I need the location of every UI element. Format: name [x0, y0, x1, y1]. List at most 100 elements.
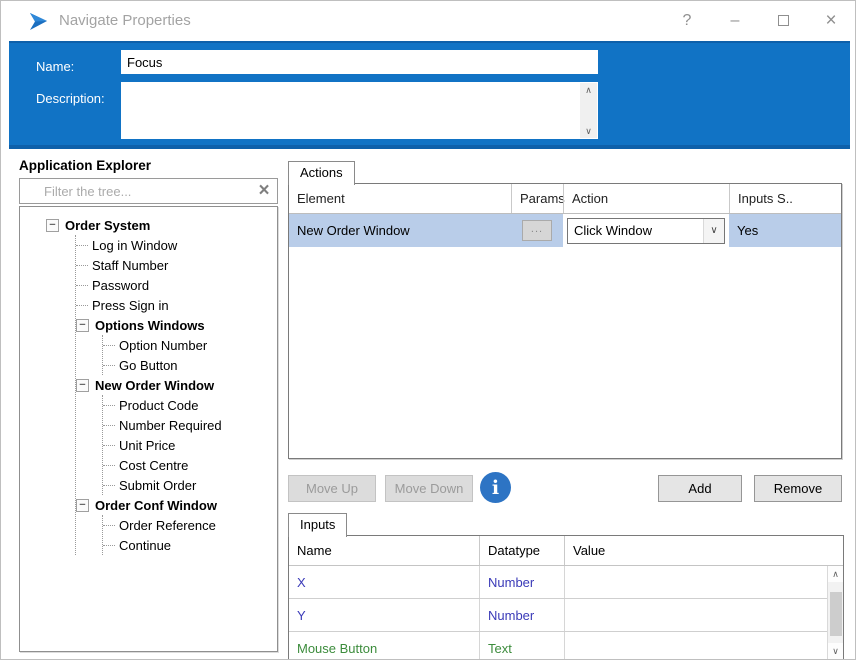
remove-button[interactable]: Remove	[754, 475, 842, 502]
input-value-cell[interactable]	[564, 566, 843, 598]
help-icon[interactable]: ?	[663, 12, 711, 30]
navigate-stage-icon	[30, 12, 47, 30]
input-datatype-cell: Text	[479, 632, 564, 659]
action-row[interactable]: New Order Window ... Click Window ∨ Yes	[289, 214, 841, 247]
navigate-properties-dialog: Navigate Properties ? – × Name: Descript…	[0, 0, 856, 660]
tree-children-options-windows: Option Number Go Button	[102, 335, 277, 375]
tree-item-label: Go Button	[119, 357, 178, 373]
description-label: Description:	[36, 91, 105, 106]
tree-item-label: Order Conf Window	[95, 497, 217, 513]
input-row-mouse-button[interactable]: Mouse Button Text	[289, 632, 843, 659]
description-field-wrap: ∧ ∨	[121, 82, 598, 139]
tree-item-label: Continue	[119, 537, 172, 553]
tree-item-continue[interactable]: Continue	[103, 535, 277, 555]
scrollbar-thumb[interactable]	[830, 592, 842, 636]
params-ellipsis-button[interactable]: ...	[522, 220, 552, 241]
tree-item-order-conf-window[interactable]: − Order Conf Window	[76, 495, 277, 515]
input-name-cell: X	[297, 574, 306, 590]
close-icon[interactable]: ×	[807, 10, 855, 32]
window-controls: ? – ×	[663, 1, 855, 40]
column-header-action[interactable]: Action	[563, 184, 729, 213]
tree-item-label: Staff Number	[92, 257, 169, 273]
input-name-cell: Mouse Button	[297, 640, 378, 656]
column-header-value[interactable]: Value	[564, 536, 843, 565]
tree-item-order-system[interactable]: − Order System	[46, 215, 277, 235]
tree-item-options-windows[interactable]: − Options Windows	[76, 315, 277, 335]
column-header-inputs-set[interactable]: Inputs S..	[729, 184, 841, 213]
tree-item-submit-order[interactable]: Submit Order	[103, 475, 277, 495]
tab-actions[interactable]: Actions	[288, 161, 355, 185]
input-value-cell[interactable]	[564, 599, 843, 631]
column-header-element[interactable]: Element	[289, 184, 511, 213]
column-header-params[interactable]: Params	[511, 184, 565, 213]
maximize-icon[interactable]	[759, 12, 807, 30]
tree-item-cost-centre[interactable]: Cost Centre	[103, 455, 277, 475]
collapse-icon[interactable]: −	[76, 318, 89, 332]
minimize-icon[interactable]: –	[711, 12, 759, 30]
tree-item-password[interactable]: Password	[76, 275, 277, 295]
maximize-square	[777, 14, 789, 26]
tree-item-label: Options Windows	[95, 317, 205, 333]
application-tree[interactable]: − Order System Log in Window Staff Numbe…	[19, 206, 278, 652]
move-down-button[interactable]: Move Down	[385, 475, 473, 502]
chevron-down-icon[interactable]: ∨	[828, 643, 843, 659]
description-input[interactable]	[121, 82, 579, 139]
tree-item-number-required[interactable]: Number Required	[103, 415, 277, 435]
tree-item-label: New Order Window	[95, 377, 215, 393]
tree-item-press-sign-in[interactable]: Press Sign in	[76, 295, 277, 315]
inputs-table: Name Datatype Value X Number Y Number Mo…	[288, 535, 844, 659]
tree-filter-input[interactable]	[20, 183, 251, 199]
clear-filter-icon[interactable]: ×	[251, 180, 277, 202]
add-button[interactable]: Add	[658, 475, 742, 502]
collapse-icon[interactable]: −	[76, 498, 89, 512]
collapse-icon[interactable]: −	[76, 378, 89, 392]
tree-item-go-button[interactable]: Go Button	[103, 355, 277, 375]
tree-item-label: Option Number	[119, 337, 208, 353]
tree-children-new-order-window: Product Code Number Required Unit Price …	[102, 395, 277, 495]
tree-item-label: Cost Centre	[119, 457, 189, 473]
action-dropdown[interactable]: Click Window ∨	[567, 217, 725, 244]
tab-inputs[interactable]: Inputs	[288, 513, 348, 537]
inputs-scrollbar[interactable]: ∧ ∨	[827, 566, 843, 659]
application-explorer-title: Application Explorer	[19, 158, 152, 173]
info-icon[interactable]: i	[480, 472, 511, 503]
tree-children-order-system: Log in Window Staff Number Password Pres…	[75, 235, 277, 555]
chevron-down-icon[interactable]: ∨	[580, 124, 597, 138]
chevron-up-icon[interactable]: ∧	[828, 566, 843, 582]
input-value-cell[interactable]	[564, 632, 843, 659]
column-header-datatype[interactable]: Datatype	[479, 536, 564, 565]
tree-item-staff-number[interactable]: Staff Number	[76, 255, 277, 275]
tree-content: − Order System Log in Window Staff Numbe…	[20, 207, 277, 555]
properties-header-panel: Name: Description: ∧ ∨	[9, 41, 850, 149]
chevron-up-icon[interactable]: ∧	[580, 83, 597, 97]
actions-table-header: Element Params Action Inputs S..	[289, 184, 841, 214]
action-element-cell[interactable]: New Order Window	[289, 214, 511, 247]
tree-item-label: Order Reference	[119, 517, 216, 533]
collapse-icon[interactable]: −	[46, 218, 59, 232]
dialog-title: Navigate Properties	[59, 12, 191, 29]
input-datatype-cell: Number	[479, 566, 564, 598]
title-bar: Navigate Properties ? – ×	[1, 1, 855, 40]
input-datatype-cell: Number	[479, 599, 564, 631]
description-scrollbar[interactable]: ∧ ∨	[580, 83, 597, 138]
tree-item-product-code[interactable]: Product Code	[103, 395, 277, 415]
column-header-name[interactable]: Name	[289, 536, 479, 565]
tree-item-label: Press Sign in	[92, 297, 169, 313]
tree-item-order-reference[interactable]: Order Reference	[103, 515, 277, 535]
action-params-cell: ...	[511, 214, 563, 247]
tree-item-new-order-window[interactable]: − New Order Window	[76, 375, 277, 395]
tree-item-unit-price[interactable]: Unit Price	[103, 435, 277, 455]
tree-item-option-number[interactable]: Option Number	[103, 335, 277, 355]
input-row-x[interactable]: X Number	[289, 566, 843, 599]
input-row-y[interactable]: Y Number	[289, 599, 843, 632]
name-label: Name:	[36, 59, 75, 74]
actions-table: Element Params Action Inputs S.. New Ord…	[288, 183, 842, 459]
move-up-button[interactable]: Move Up	[288, 475, 376, 502]
tree-filter-box: ×	[19, 178, 278, 204]
tree-item-label: Unit Price	[119, 437, 176, 453]
tree-item-log-in-window[interactable]: Log in Window	[76, 235, 277, 255]
chevron-down-icon[interactable]: ∨	[703, 218, 724, 243]
tree-item-label: Password	[92, 277, 150, 293]
tree-item-label: Log in Window	[92, 237, 178, 253]
name-input[interactable]	[121, 50, 598, 74]
